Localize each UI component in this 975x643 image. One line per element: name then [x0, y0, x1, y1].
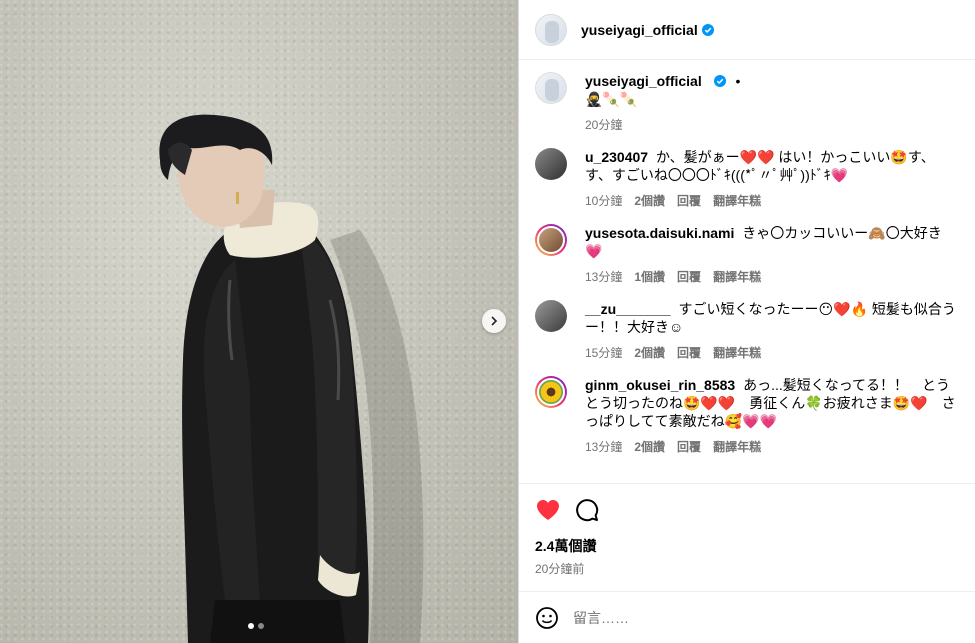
comment-translate-button[interactable]: 翻譯年糕 — [713, 192, 761, 210]
commenter-username[interactable]: u_230407 — [585, 149, 648, 165]
comment: __zu_______ すごい短くなったーー😶❤️🔥 短髪も似合うー！！大好き☺… — [535, 300, 959, 362]
caption-text: 🥷🍡🍡 — [585, 91, 638, 107]
comment-reply-button[interactable]: 回覆 — [677, 438, 701, 456]
post-header: yuseiyagi_official — [519, 0, 975, 60]
verified-icon — [713, 75, 726, 87]
comment-time: 13分鐘 — [585, 270, 623, 284]
author-avatar[interactable] — [535, 13, 567, 46]
carousel-indicator — [248, 623, 264, 629]
author-username[interactable]: yuseiyagi_official — [581, 22, 698, 38]
post-viewer: yuseiyagi_official yuseiyagi_official • … — [0, 0, 975, 643]
photo-person-figure — [159, 114, 424, 643]
comment-reply-button[interactable]: 回覆 — [677, 192, 701, 210]
post-actions: 2.4萬個讚 20分鐘前 — [519, 483, 975, 591]
carousel-dot — [258, 623, 264, 629]
caption-time: 20分鐘 — [585, 118, 623, 132]
author-avatar-small — [535, 72, 567, 104]
chevron-right-icon — [491, 316, 498, 326]
commenter-username[interactable]: yusesota.daisuki.nami — [585, 225, 734, 241]
commenter-username[interactable]: ginm_okusei_rin_8583 — [585, 377, 735, 393]
comment-time: 10分鐘 — [585, 194, 623, 208]
emoji-icon[interactable] — [535, 606, 559, 630]
commenter-avatar[interactable] — [535, 376, 567, 408]
caption: yuseiyagi_official • 🥷🍡🍡 20分鐘 — [535, 72, 959, 134]
comments-list: yuseiyagi_official • 🥷🍡🍡 20分鐘 u_230407 か… — [519, 60, 975, 483]
commenter-avatar[interactable] — [535, 300, 567, 332]
comment-likes-link[interactable]: 1個讚 — [634, 268, 665, 286]
heart-icon[interactable] — [535, 498, 561, 522]
comment-icon[interactable] — [575, 498, 599, 522]
comment-translate-button[interactable]: 翻譯年糕 — [713, 344, 761, 362]
comment-reply-button[interactable]: 回覆 — [677, 268, 701, 286]
comment-reply-button[interactable]: 回覆 — [677, 344, 701, 362]
comment-time: 13分鐘 — [585, 440, 623, 454]
post-details-panel: yuseiyagi_official yuseiyagi_official • … — [518, 0, 975, 643]
add-comment-bar — [519, 591, 975, 643]
comment: yusesota.daisuki.nami きゃ〇カッコいいー🙈〇大好き💗 13… — [535, 224, 959, 286]
post-timestamp: 20分鐘前 — [535, 562, 585, 576]
commenter-avatar[interactable] — [535, 224, 567, 256]
verified-icon — [701, 23, 714, 36]
comment-translate-button[interactable]: 翻譯年糕 — [713, 268, 761, 286]
comment: u_230407 か、髪がぁー❤️❤️ はい！かっこいい🤩す、す、すごいね〇〇〇… — [535, 148, 959, 210]
next-photo-button[interactable] — [482, 309, 506, 333]
comment-input[interactable] — [573, 609, 959, 626]
commenter-avatar[interactable] — [535, 148, 567, 180]
caption-username[interactable]: yuseiyagi_official — [585, 73, 702, 89]
carousel-dot-active — [248, 623, 254, 629]
comment-time: 15分鐘 — [585, 346, 623, 360]
comment-likes-link[interactable]: 2個讚 — [634, 344, 665, 362]
comment-translate-button[interactable]: 翻譯年糕 — [713, 438, 761, 456]
like-count[interactable]: 2.4萬個讚 — [535, 536, 959, 556]
caption-avatar[interactable] — [535, 72, 567, 104]
commenter-username[interactable]: __zu_______ — [585, 301, 671, 317]
comment-likes-link[interactable]: 2個讚 — [634, 438, 665, 456]
comment-likes-link[interactable]: 2個讚 — [634, 192, 665, 210]
caption-separator-dot: • — [735, 73, 741, 89]
post-photo[interactable] — [0, 0, 518, 643]
comment: ginm_okusei_rin_8583 あっ...髪短くなってる！！ とうとう… — [535, 376, 959, 456]
